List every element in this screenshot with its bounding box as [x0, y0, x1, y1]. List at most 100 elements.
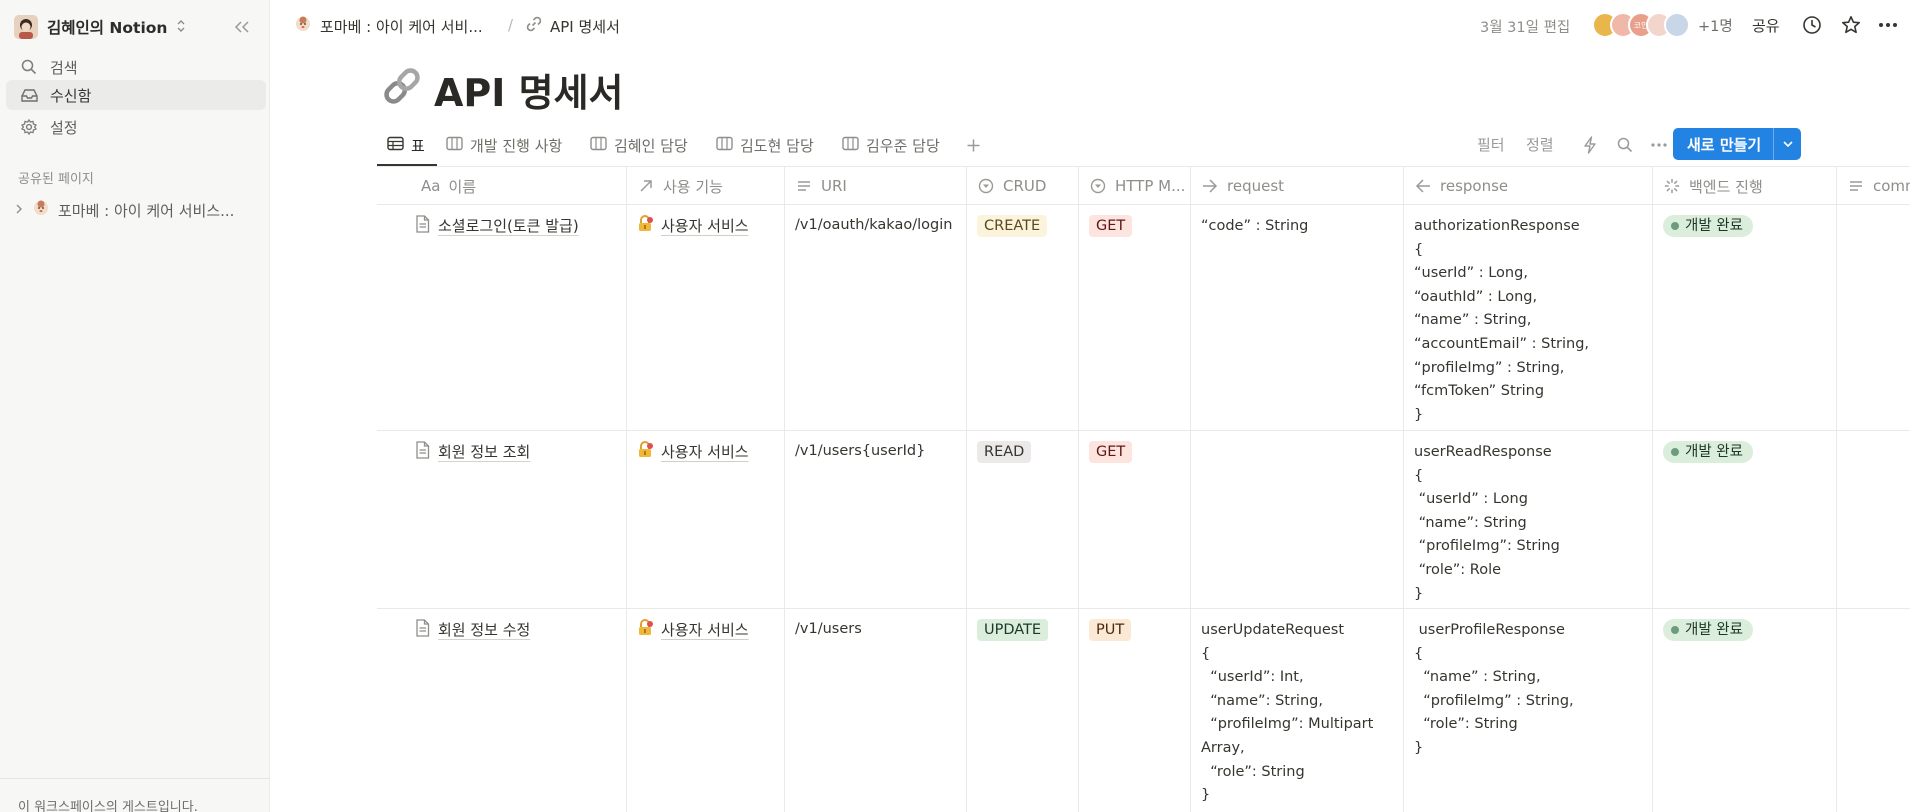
table-row[interactable]: 회원 정보 조회 사용자 서비스 /v1/users{userId} READ …: [377, 431, 1910, 609]
status-label: 개발 완료: [1685, 622, 1743, 638]
name-cell[interactable]: 소셜로그인(토큰 발급): [377, 205, 627, 430]
comment-cell[interactable]: [1837, 431, 1910, 608]
column-header-name[interactable]: Aa 이름: [377, 167, 627, 205]
board-icon: [716, 136, 733, 155]
extra-members-count[interactable]: +1명: [1698, 15, 1733, 36]
more-options-icon[interactable]: [1648, 134, 1670, 156]
feature-cell[interactable]: 사용자 서비스: [627, 205, 785, 430]
chevron-right-icon[interactable]: [14, 201, 24, 219]
status-cell[interactable]: 개발 완료: [1653, 609, 1837, 812]
table-row[interactable]: 소셜로그인(토큰 발급) 사용자 서비스 /v1/oauth/kakao/log…: [377, 205, 1910, 431]
method-tag: PUT: [1089, 619, 1132, 641]
filter-button[interactable]: 필터: [1477, 134, 1505, 155]
column-header-http-method[interactable]: HTTP M...: [1079, 167, 1191, 205]
tab-kim-hyein[interactable]: 김혜인 담당: [590, 130, 688, 160]
method-tag: GET: [1089, 215, 1133, 237]
response-cell[interactable]: userProfileResponse { “name” : String, “…: [1404, 609, 1653, 812]
column-header-crud[interactable]: CRUD: [967, 167, 1079, 205]
search-icon[interactable]: [1614, 134, 1636, 156]
crud-tag: CREATE: [977, 215, 1048, 237]
relation-link[interactable]: 사용자 서비스: [661, 215, 749, 236]
nav-inbox[interactable]: 수신함: [6, 80, 266, 110]
response-cell[interactable]: userReadResponse { “userId” : Long “name…: [1404, 431, 1653, 608]
inbox-icon: [20, 86, 38, 104]
shared-page-label: 포마베 : 아이 케어 서비스...: [58, 201, 235, 220]
uri-cell[interactable]: /v1/users{userId}: [785, 431, 967, 608]
status-cell[interactable]: 개발 완료: [1653, 431, 1837, 608]
nav-search[interactable]: 검색: [6, 52, 266, 82]
status-dot: [1671, 626, 1679, 634]
row-title[interactable]: 소셜로그인(토큰 발급): [438, 215, 579, 236]
crud-cell[interactable]: UPDATE: [967, 609, 1079, 812]
column-label: 백엔드 진행: [1689, 177, 1763, 196]
table-row[interactable]: 회원 정보 수정 사용자 서비스 /v1/users UPDATE PUT us…: [377, 609, 1910, 812]
arrow-right-icon: [1201, 177, 1219, 195]
response-cell[interactable]: authorizationResponse { “userId” : Long,…: [1404, 205, 1653, 430]
uri-cell[interactable]: /v1/users: [785, 609, 967, 812]
comment-cell[interactable]: [1837, 205, 1910, 430]
settings-icon: [20, 118, 38, 136]
uri-cell[interactable]: /v1/oauth/kakao/login: [785, 205, 967, 430]
relation-link[interactable]: 사용자 서비스: [661, 619, 749, 640]
column-header-comment[interactable]: comm: [1837, 167, 1910, 205]
tab-dev-progress[interactable]: 개발 진행 사항: [446, 130, 562, 160]
tab-table[interactable]: 표: [387, 130, 425, 160]
breadcrumb-current[interactable]: API 명세서: [526, 14, 620, 38]
star-icon[interactable]: [1839, 13, 1863, 37]
chevron-down-icon[interactable]: [1774, 140, 1801, 148]
name-cell[interactable]: 회원 정보 수정: [377, 609, 627, 812]
history-icon[interactable]: [1800, 13, 1824, 37]
column-header-backend-status[interactable]: 백엔드 진행: [1653, 167, 1837, 205]
method-cell[interactable]: PUT: [1079, 609, 1191, 812]
breadcrumb-parent[interactable]: 포마베 : 아이 케어 서비...: [294, 14, 483, 38]
tab-label: 김우준 담당: [866, 136, 940, 155]
lightning-icon[interactable]: [1579, 134, 1601, 156]
collapse-sidebar-icon[interactable]: [230, 15, 254, 39]
name-cell[interactable]: 회원 정보 조회: [377, 431, 627, 608]
share-button[interactable]: 공유: [1752, 15, 1780, 36]
row-title[interactable]: 회원 정보 조회: [438, 441, 530, 462]
feature-cell[interactable]: 사용자 서비스: [627, 609, 785, 812]
shared-page-item[interactable]: 포마베 : 아이 케어 서비스...: [14, 196, 266, 224]
tab-label: 개발 진행 사항: [470, 136, 563, 155]
column-label: response: [1440, 177, 1509, 195]
lock-icon: [637, 619, 653, 640]
add-view-icon[interactable]: [966, 130, 981, 160]
request-cell[interactable]: userUpdateRequest { “userId”: Int, “name…: [1191, 609, 1404, 812]
more-options-icon[interactable]: [1876, 13, 1900, 37]
tab-kim-dohyun[interactable]: 김도현 담당: [716, 130, 814, 160]
breadcrumb-label: API 명세서: [550, 17, 620, 36]
crud-cell[interactable]: CREATE: [967, 205, 1079, 430]
link-icon[interactable]: [380, 64, 424, 108]
method-cell[interactable]: GET: [1079, 431, 1191, 608]
nav-settings[interactable]: 설정: [6, 112, 266, 142]
uri-text: /v1/users{userId}: [795, 443, 926, 459]
row-title[interactable]: 회원 정보 수정: [438, 619, 530, 640]
column-header-uri[interactable]: URI: [785, 167, 967, 205]
page-title[interactable]: API 명세서: [434, 62, 624, 117]
crud-cell[interactable]: READ: [967, 431, 1079, 608]
request-cell[interactable]: [1191, 431, 1404, 608]
column-header-response[interactable]: response: [1404, 167, 1653, 205]
column-header-request[interactable]: request: [1191, 167, 1404, 205]
page-emoji-icon: [32, 199, 50, 221]
status-label: 개발 완료: [1685, 444, 1743, 460]
lock-icon: [637, 215, 653, 236]
relation-link[interactable]: 사용자 서비스: [661, 441, 749, 462]
feature-cell[interactable]: 사용자 서비스: [627, 431, 785, 608]
workspace-name: 김혜인의 Notion: [47, 19, 168, 37]
collaborator-avatars[interactable]: 코인: [1592, 12, 1690, 38]
column-header-feature[interactable]: 사용 기능: [627, 167, 785, 205]
comment-cell[interactable]: [1837, 609, 1910, 812]
tab-kim-woojun[interactable]: 김우준 담당: [842, 130, 940, 160]
avatar[interactable]: [1664, 12, 1690, 38]
new-button[interactable]: 새로 만들기: [1673, 128, 1801, 160]
board-icon: [446, 136, 463, 155]
column-label: request: [1227, 177, 1285, 195]
workspace-switcher[interactable]: 김혜인의 Notion: [14, 14, 186, 40]
method-cell[interactable]: GET: [1079, 205, 1191, 430]
request-cell[interactable]: “code” : String: [1191, 205, 1404, 430]
sort-button[interactable]: 정렬: [1526, 134, 1554, 155]
new-button-label: 새로 만들기: [1687, 135, 1762, 154]
status-cell[interactable]: 개발 완료: [1653, 205, 1837, 430]
